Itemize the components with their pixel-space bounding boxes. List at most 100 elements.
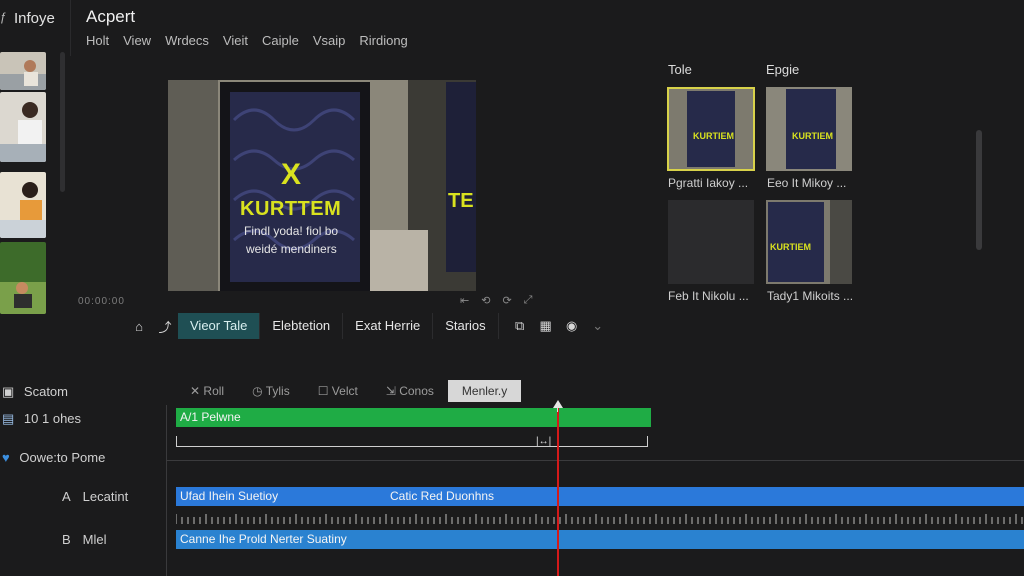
audio-clip-3[interactable]: Canne Ihe Prold Nerter Suatiny [176, 530, 1024, 549]
menu-item-wrdecs[interactable]: Wrdecs [165, 31, 223, 50]
tab-label: Velct [331, 384, 358, 398]
range-marker[interactable]: |↔| [536, 436, 551, 447]
menu-item-vieit[interactable]: Vieit [223, 31, 262, 50]
track-header-ohes[interactable]: ▤ 10 1 ohes [2, 411, 81, 427]
media-thumbnail[interactable] [0, 92, 46, 162]
panel-heading-right: Epgie [766, 62, 800, 77]
track-label: Scatom [23, 384, 68, 399]
poster-subtitle-1: Findl yoda! fiol bo [244, 224, 339, 238]
track-header-b[interactable]: B Mlel [62, 532, 107, 547]
person-photo-icon [0, 92, 46, 162]
poster-thumb-icon: KURTIEM [669, 89, 753, 169]
template-thumbnail-selected[interactable]: KURTIEM [667, 87, 755, 171]
video-clip-green[interactable]: A/1 Pelwne [176, 408, 651, 427]
track-divider [166, 405, 167, 576]
template-thumbnail[interactable]: KURTIEM [766, 87, 852, 171]
crop-icon[interactable]: ⧉ [507, 318, 533, 334]
side-poster-text: TE [448, 190, 474, 212]
menu-item-caiple[interactable]: Caiple [262, 31, 313, 50]
poster-mark: X [281, 158, 302, 191]
person-photo-icon [0, 172, 46, 238]
tab-velct[interactable]: ☐ Velct [304, 380, 372, 402]
tab-label: Tylis [265, 384, 290, 398]
home-icon[interactable]: ⌂ [126, 319, 152, 334]
export-icon: ⇲ [385, 384, 396, 398]
tab-exat-herrie[interactable]: Exat Herrie [343, 313, 434, 339]
track-header-scatom[interactable]: ▣ Scatom [2, 384, 68, 400]
template-caption: Tady1 Mikoits ... [767, 289, 854, 303]
track-prefix: B [62, 532, 71, 547]
menu-item-holt[interactable]: Holt [86, 31, 123, 50]
monitor-icon: ▣ [2, 384, 15, 399]
clock-icon: ◷ [252, 384, 263, 398]
preview-timecode: 00:00:00 [78, 296, 125, 307]
poster-thumb-icon: KURTIEM [766, 87, 852, 171]
chevron-down-icon[interactable]: ⌄ [585, 318, 611, 334]
tab-elebtetion[interactable]: Elebtetion [260, 313, 344, 339]
template-caption: Eeo It Mikoy ... [767, 176, 847, 190]
track-header-pome[interactable]: ♥ Oowe:to Pome [2, 450, 105, 465]
tab-menler[interactable]: Menler.y [447, 380, 522, 402]
rewind-icon[interactable]: ⟲ [481, 294, 490, 307]
forward-icon[interactable]: ⟳ [502, 294, 511, 307]
preview-controls: ⇤ ⟲ ⟳ ⤢ [460, 294, 532, 307]
track-label: Mlel [82, 532, 107, 547]
grid-icon[interactable]: ▦ [533, 318, 559, 334]
timeline-ruler-line [166, 460, 1024, 461]
right-panel-scrollbar[interactable] [976, 130, 982, 250]
video-preview[interactable]: X KURTTEM Findl yoda! fiol bo weidé mend… [168, 80, 476, 291]
audio-clip-1[interactable]: Ufad Ihein Suetioy [176, 487, 386, 506]
playhead[interactable] [557, 402, 559, 576]
playhead-handle-icon[interactable] [553, 400, 563, 408]
tab-roll[interactable]: ✕ Roll [176, 380, 238, 402]
tab-vieor-tale[interactable]: Vieor Tale [178, 313, 261, 339]
timeline-ticks [176, 514, 1023, 524]
track-header-a[interactable]: A Lecatint [62, 489, 128, 504]
poster-thumb-icon: KURTIEM [766, 200, 852, 284]
tab-tylis[interactable]: ◷ Tylis [238, 380, 304, 402]
track-headers: ▣ Scatom ▤ 10 1 ohes ♥ Oowe:to Pome A Lec… [0, 378, 168, 576]
track-label: Lecatint [82, 489, 129, 504]
media-thumbnail[interactable] [0, 242, 46, 314]
skip-start-icon[interactable]: ⇤ [460, 294, 469, 307]
fullscreen-icon[interactable]: ⤢ [524, 294, 533, 307]
media-thumbnail[interactable] [0, 172, 46, 238]
poster-subtitle-2: weidé mendiners [246, 242, 337, 256]
media-strip [0, 48, 58, 318]
poster-title: KURTTEM [240, 198, 342, 220]
track-label: 10 1 ohes [23, 411, 82, 426]
template-caption: Pgratti Iakoy ... [668, 176, 749, 190]
menu-bar: Holt View Wrdecs Vieit Caiple Vsaip Rird… [86, 31, 422, 50]
audio-clip-2[interactable]: Catic Red Duonhns [386, 487, 1024, 506]
bird-icon: ♥ [2, 450, 10, 465]
magic-wand-icon[interactable]: ⤴ [152, 317, 178, 336]
tab-conos[interactable]: ⇲ Conos [372, 380, 448, 402]
tab-label: Roll [203, 384, 225, 398]
media-strip-scrollbar[interactable] [60, 52, 65, 192]
layers-icon: ▤ [2, 411, 15, 426]
menu-item-rirdiong[interactable]: Rirdiong [359, 31, 421, 50]
tab-label: Conos [399, 384, 434, 398]
person-photo-icon [0, 52, 46, 90]
box-icon: ☐ [317, 384, 329, 398]
timeline-tabs: ✕ Roll ◷ Tylis ☐ Velct ⇲ Conos Menler.y [176, 380, 522, 402]
header-divider [70, 0, 71, 56]
cut-icon: ✕ [190, 384, 201, 398]
app-menu-icon[interactable]: ƒ [0, 10, 8, 26]
template-thumbnail[interactable]: KURTIEM [766, 200, 852, 284]
media-thumbnail[interactable] [0, 52, 46, 90]
record-icon[interactable]: ◉ [559, 318, 585, 334]
tab-starios[interactable]: Starios [433, 313, 499, 339]
app-name: Infoye [14, 10, 55, 27]
template-thumbnail-empty[interactable] [668, 200, 754, 284]
track-prefix: A [62, 489, 71, 504]
menu-item-vsaip[interactable]: Vsaip [313, 31, 360, 50]
range-selection-bar[interactable] [176, 436, 648, 447]
track-label: Oowe:to Pome [19, 450, 106, 465]
edit-toolbar: ⌂ ⤴ Vieor Tale Elebtetion Exat Herrie St… [126, 313, 611, 339]
menu-item-view[interactable]: View [123, 31, 165, 50]
preview-frame [168, 80, 476, 291]
panel-heading-left: Tole [668, 62, 692, 77]
template-caption: Feb It Nikolu ... [668, 289, 749, 303]
thumb-poster-title: KURTIEM [792, 131, 833, 141]
